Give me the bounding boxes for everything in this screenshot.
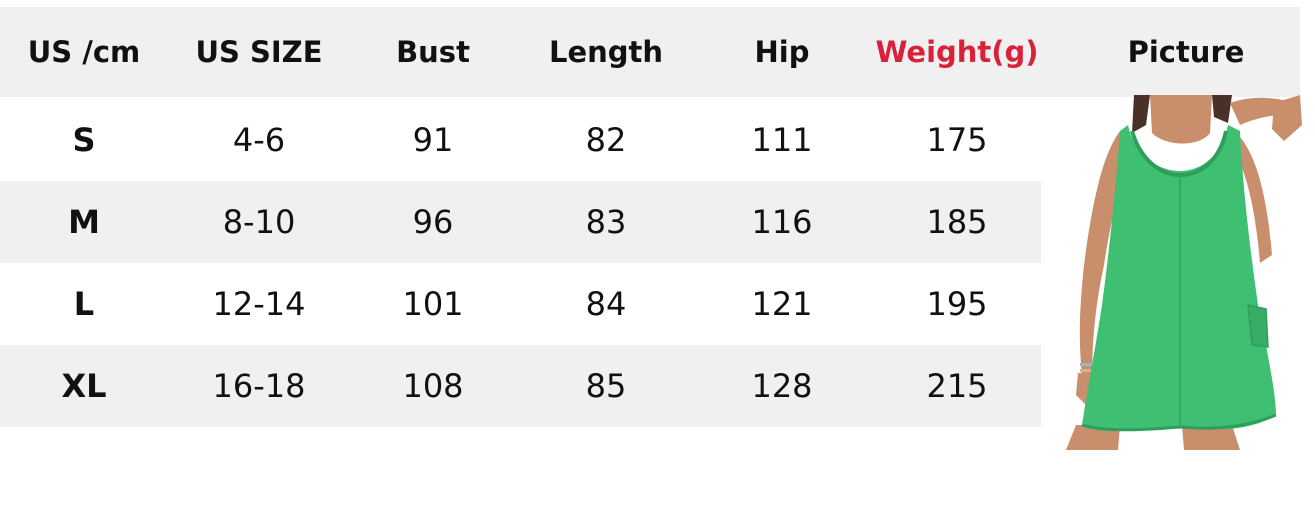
cell-length: 85 [585, 367, 627, 405]
cell-length: 83 [585, 203, 627, 241]
cell-weight: 195 [926, 285, 988, 323]
header-hip: Hip [754, 35, 810, 69]
cell-us-size: 12-14 [212, 285, 306, 323]
table-row-s: S 4-6 91 82 111 175 [0, 99, 1041, 181]
header-us-size: US SIZE [195, 35, 323, 69]
table-row-m: M 8-10 96 83 116 185 [0, 181, 1041, 263]
header-bust: Bust [396, 35, 470, 69]
cell-size: S [72, 121, 96, 159]
cell-bust: 91 [412, 121, 454, 159]
table-row-l: L 12-14 101 84 121 195 [0, 263, 1041, 345]
cell-weight: 215 [926, 367, 988, 405]
cell-weight: 185 [926, 203, 988, 241]
cell-hip: 116 [751, 203, 813, 241]
cell-bust: 96 [412, 203, 454, 241]
cell-hip: 121 [751, 285, 813, 323]
cell-bust: 108 [402, 367, 464, 405]
header-weight: Weight(g) [875, 35, 1039, 69]
pocket [1247, 304, 1269, 348]
cell-size: XL [61, 367, 107, 405]
cell-size: L [73, 285, 95, 323]
hair [1212, 95, 1232, 123]
product-picture [1062, 95, 1302, 450]
cell-length: 84 [585, 285, 627, 323]
header-picture: Picture [1127, 35, 1245, 69]
cell-hip: 128 [751, 367, 813, 405]
cell-bust: 101 [402, 285, 464, 323]
neck-chest [1150, 95, 1212, 144]
cell-us-size: 8-10 [222, 203, 296, 241]
cell-weight: 175 [926, 121, 988, 159]
header-us-cm: US /cm [27, 35, 141, 69]
header-length: Length [548, 35, 664, 69]
table-header-row: US /cm US SIZE Bust Length Hip Weight(g)… [0, 7, 1300, 97]
cell-us-size: 16-18 [212, 367, 306, 405]
hair [1132, 95, 1150, 133]
model-romper-illustration [1066, 95, 1302, 450]
cell-size: M [68, 203, 100, 241]
cell-us-size: 4-6 [232, 121, 286, 159]
cell-hip: 111 [751, 121, 813, 159]
table-row-xl: XL 16-18 108 85 128 215 [0, 345, 1041, 427]
cell-length: 82 [585, 121, 627, 159]
